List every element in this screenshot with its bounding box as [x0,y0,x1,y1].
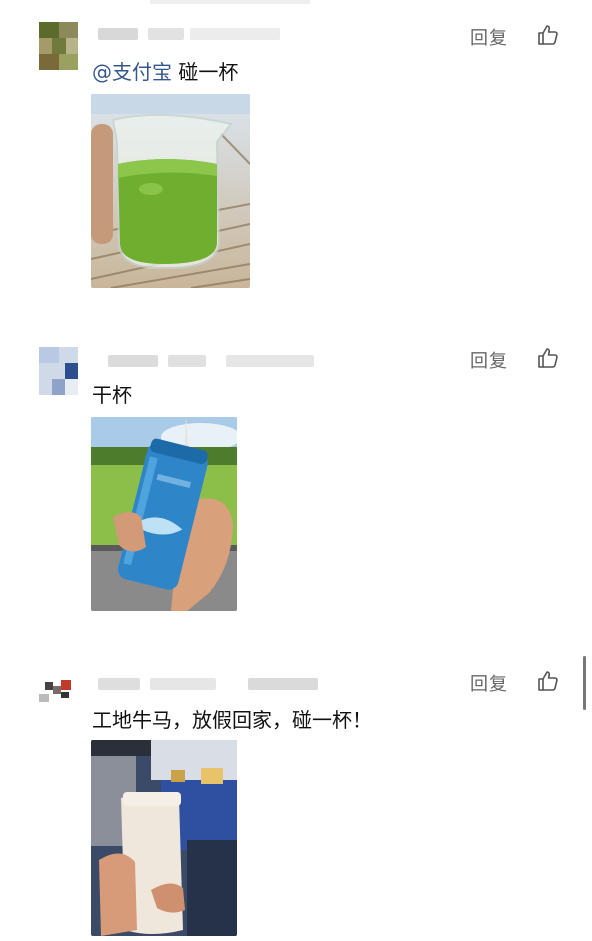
thumbs-up-icon[interactable] [536,23,560,47]
comment-photo[interactable] [91,740,237,936]
top-edge [150,0,310,4]
reply-button[interactable]: 回复 [470,670,508,696]
scrollbar[interactable] [583,656,586,710]
comment-text: 工地牛马，放假回家，碰一杯！ [92,708,372,732]
thumbs-up-icon[interactable] [536,669,560,693]
comment-photo[interactable] [91,94,250,288]
reply-button[interactable]: 回复 [470,347,508,373]
thumbs-up-icon[interactable] [536,346,560,370]
avatar[interactable] [39,347,78,395]
avatar[interactable] [39,676,78,714]
reply-button[interactable]: 回复 [470,24,508,50]
comment-text: @支付宝 碰一杯 [92,60,239,84]
mention-link[interactable]: @支付宝 [92,60,172,84]
comment-photo[interactable] [91,417,237,611]
avatar[interactable] [39,22,78,70]
comment-text: 干杯 [92,383,132,407]
